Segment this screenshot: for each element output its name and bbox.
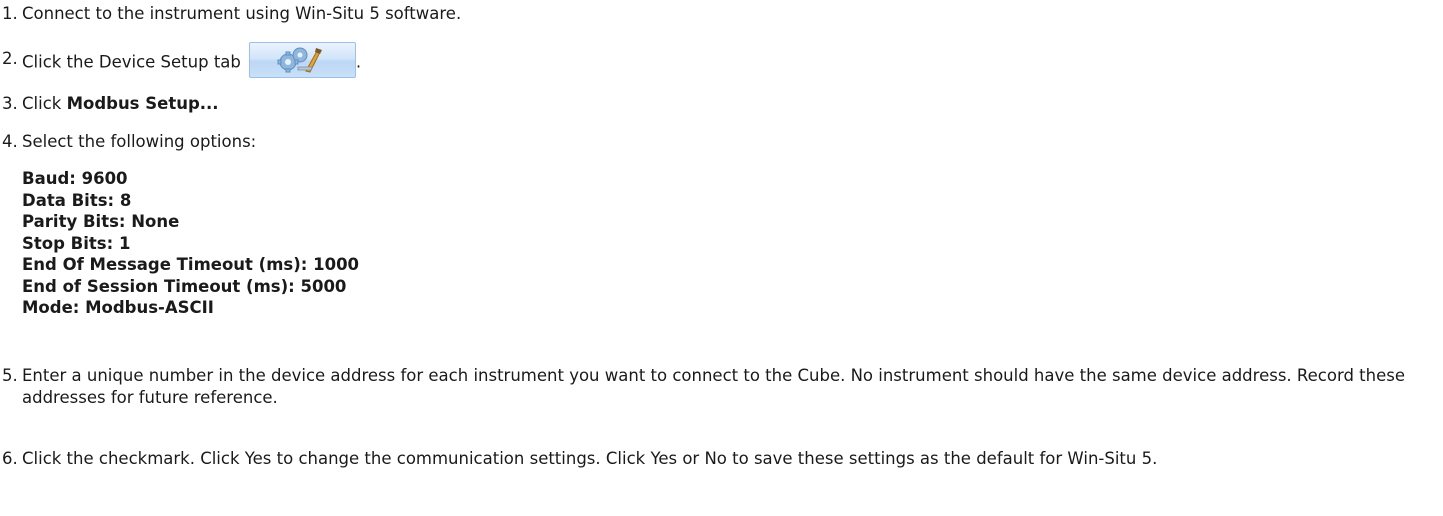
option-end-of-session-timeout: End of Session Timeout (ms): 5000 <box>22 276 347 296</box>
device-setup-tab-image <box>248 42 356 78</box>
device-setup-gear-icon <box>277 47 322 73</box>
step-number: 2. <box>2 49 18 68</box>
step-number: 3. <box>2 94 18 113</box>
option-end-of-message-timeout: End Of Message Timeout (ms): 1000 <box>22 255 360 274</box>
step-text: Click the Device Setup tab <box>22 52 241 72</box>
step-text: Connect to the instrument using Win-Situ… <box>22 4 462 23</box>
step-6: 6. Click the checkmark. Click Yes to cha… <box>0 448 1435 470</box>
step-1: 1. Connect to the instrument using Win-S… <box>0 3 1435 25</box>
step-text: Enter a unique number in the device addr… <box>22 366 1405 407</box>
step-3: 3. Click Modbus Setup... <box>0 93 1435 115</box>
step-number: 1. <box>2 4 18 23</box>
step-body: Click Modbus Setup... <box>22 93 1435 115</box>
step-text-end: . <box>355 52 362 72</box>
option-stop-bits: Stop Bits: 1 <box>22 233 131 253</box>
step-number: 5. <box>2 366 18 385</box>
option-parity-bits: Parity Bits: None <box>22 212 180 231</box>
step-5: 5. Enter a unique number in the device a… <box>0 365 1435 409</box>
option-baud: Baud: 9600 <box>22 169 128 188</box>
step-number: 4. <box>2 132 18 151</box>
step-body: Click the Device Setup tab . <box>22 42 1435 78</box>
option-mode: Mode: Modbus-ASCII <box>22 298 214 317</box>
modbus-setup-label: Modbus Setup... <box>66 94 219 113</box>
step-2: 2. Click the Device Setup tab . <box>0 42 1435 78</box>
step-number: 6. <box>2 449 18 468</box>
step-text: Click <box>22 94 67 113</box>
step-text: Select the following options: <box>22 132 257 151</box>
step-text: Click the checkmark. Click Yes to change… <box>22 449 1158 468</box>
option-data-bits: Data Bits: 8 <box>22 190 132 210</box>
step-4: 4. Select the following options: <box>0 131 1435 153</box>
options-list: Baud: 9600 Data Bits: 8 Parity Bits: Non… <box>22 168 359 319</box>
